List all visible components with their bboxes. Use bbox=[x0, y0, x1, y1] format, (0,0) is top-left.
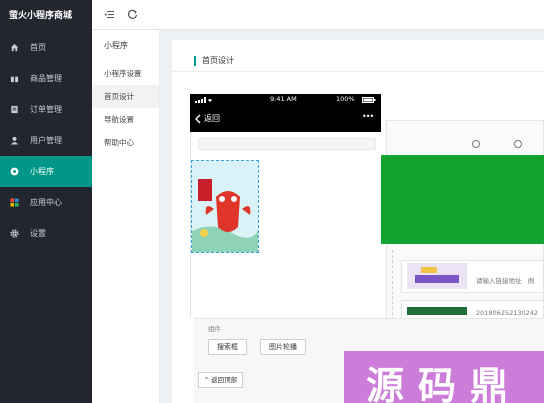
sidebar-item-settings[interactable]: 设置 bbox=[0, 218, 92, 249]
miniprogram-icon bbox=[10, 167, 19, 176]
signal-icon bbox=[195, 97, 212, 103]
sidebar-item-products[interactable]: 商品管理 bbox=[0, 63, 92, 94]
sidebar-item-label: 用户管理 bbox=[30, 136, 62, 145]
back-arrow-icon[interactable] bbox=[195, 114, 201, 124]
lobster-banner-image bbox=[192, 161, 258, 252]
gear-icon bbox=[10, 229, 19, 238]
sidebar-item-label: 设置 bbox=[30, 229, 46, 238]
sidebar-item-label: 应用中心 bbox=[30, 198, 62, 207]
phone-time: 9:41 AM bbox=[270, 95, 297, 103]
phone-status-bar: 9:41 AM 100% bbox=[190, 94, 381, 106]
secondary-menu: 小程序 小程序设置 首页设计 导航设置 帮助中心 bbox=[92, 30, 160, 403]
style-radio-2[interactable] bbox=[514, 140, 522, 148]
watermark: 源码鼎 bbox=[344, 351, 544, 403]
sidebar-item-orders[interactable]: 订单管理 bbox=[0, 94, 92, 125]
sidebar-item-label: 商品管理 bbox=[30, 74, 62, 83]
sidebar-item-label: 小程序 bbox=[30, 167, 54, 176]
card-header: 首页设计 bbox=[172, 52, 544, 72]
sidebar-item-miniprogram[interactable]: 小程序 bbox=[0, 156, 92, 187]
thumbnail-image-icon bbox=[415, 267, 459, 283]
submenu-item-help-center[interactable]: 帮助中心 bbox=[92, 131, 159, 154]
sidebar-item-home[interactable]: 首页 bbox=[0, 32, 92, 63]
chevron-up-icon: ^ bbox=[204, 377, 210, 384]
battery-percent: 100% bbox=[336, 95, 355, 103]
submenu-item-navigation-settings[interactable]: 导航设置 bbox=[92, 108, 159, 131]
user-icon bbox=[10, 136, 19, 145]
style-radio-1[interactable] bbox=[472, 140, 480, 148]
order-icon bbox=[11, 105, 18, 114]
banner-item-thumbnail[interactable] bbox=[407, 307, 467, 315]
brand-title: 萤火小程序商城 bbox=[9, 11, 73, 21]
image-id-text: 201806252130242 bbox=[476, 309, 539, 317]
sidebar-item-label: 首页 bbox=[30, 43, 46, 52]
top-bar bbox=[92, 0, 544, 30]
carousel-component-button[interactable]: 图片轮播 bbox=[260, 339, 306, 355]
search-box-component-button[interactable]: 搜索框 bbox=[208, 339, 247, 355]
phone-nav-bar: 返回 ••• bbox=[190, 106, 381, 132]
sidebar: 萤火小程序商城 首页 商品管理 订单管理 用户管理 小程序 应用中心 设置 bbox=[0, 0, 92, 403]
back-label[interactable]: 返回 bbox=[204, 113, 220, 124]
secondary-menu-title: 小程序 bbox=[104, 41, 128, 50]
title-accent-bar bbox=[194, 56, 196, 66]
link-input-placeholder[interactable]: 请输入链接地址 例 bbox=[476, 275, 534, 285]
sidebar-item-apps[interactable]: 应用中心 bbox=[0, 187, 92, 218]
app-root: 萤火小程序商城 首页 商品管理 订单管理 用户管理 小程序 应用中心 设置 小程… bbox=[0, 0, 544, 403]
gift-icon bbox=[10, 74, 19, 83]
watermark-text: 源码鼎 bbox=[365, 364, 522, 403]
more-menu-icon[interactable]: ••• bbox=[362, 112, 374, 121]
banner-image-slot[interactable] bbox=[191, 160, 259, 253]
apps-icon bbox=[10, 198, 19, 207]
banner-item-thumbnail[interactable] bbox=[407, 263, 467, 289]
sidebar-item-label: 订单管理 bbox=[30, 105, 62, 114]
sidebar-item-users[interactable]: 用户管理 bbox=[0, 125, 92, 156]
panel-divider bbox=[392, 250, 393, 320]
submenu-item-miniprogram-settings[interactable]: 小程序设置 bbox=[92, 62, 159, 85]
page-title: 首页设计 bbox=[202, 56, 234, 65]
refresh-icon[interactable] bbox=[127, 9, 138, 20]
home-icon bbox=[10, 43, 19, 52]
back-to-top-button[interactable]: ^ 返回顶部 bbox=[198, 372, 244, 388]
collapse-menu-icon[interactable] bbox=[104, 9, 115, 20]
battery-icon bbox=[362, 97, 376, 103]
submenu-item-home-design[interactable]: 首页设计 bbox=[92, 85, 159, 108]
components-title: 组件 bbox=[208, 325, 221, 333]
phone-search-box[interactable] bbox=[198, 138, 376, 150]
